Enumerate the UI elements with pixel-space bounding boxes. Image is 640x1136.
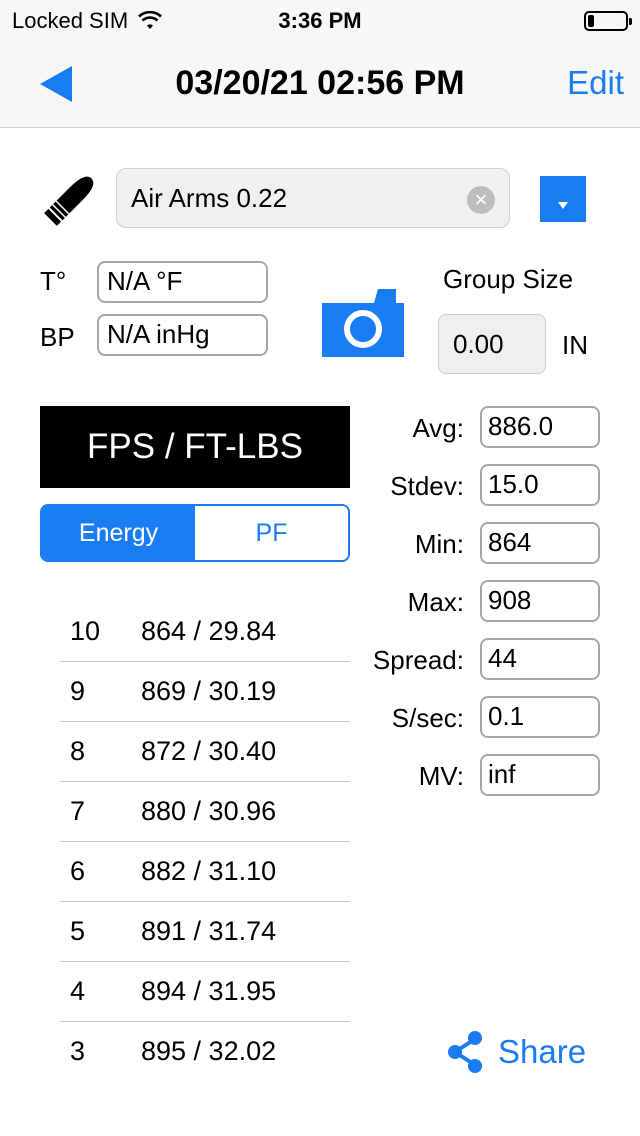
stat-field-spread[interactable]: 44 <box>480 638 600 680</box>
group-size-label: Group Size <box>443 264 574 294</box>
segment-pf[interactable]: PF <box>195 506 348 560</box>
bullet-icon <box>44 176 94 226</box>
shot-number: 5 <box>70 916 86 946</box>
shot-number: 4 <box>70 976 86 1006</box>
temperature-field[interactable]: N/A °F <box>97 261 268 303</box>
energy-pf-segmented-control[interactable]: Energy PF <box>40 504 350 562</box>
shot-value: 894 / 31.95 <box>141 976 277 1006</box>
ammo-input[interactable]: Air Arms 0.22 × <box>116 168 510 228</box>
shot-row[interactable]: 7 880 / 30.96 <box>60 782 350 842</box>
group-size-field[interactable]: 0.00 <box>438 314 546 374</box>
stat-field-s-sec[interactable]: 0.1 <box>480 696 600 738</box>
shot-value: 891 / 31.74 <box>141 916 277 946</box>
share-label: Share <box>498 1033 587 1070</box>
stat-label-avg: Avg: <box>412 413 464 443</box>
stat-label-min: Min: <box>414 529 464 559</box>
shot-row[interactable]: 9 869 / 30.19 <box>60 662 350 722</box>
stat-field-max[interactable]: 908 <box>480 580 600 622</box>
stat-field-stdev[interactable]: 15.0 <box>480 464 600 506</box>
barometric-pressure-label: BP <box>40 322 75 352</box>
dropdown-icon <box>558 202 568 209</box>
shot-value: 882 / 31.10 <box>141 856 277 886</box>
segment-energy[interactable]: Energy <box>42 506 195 560</box>
share-button[interactable]: Share <box>446 1030 586 1074</box>
camera-icon[interactable] <box>322 287 404 357</box>
stat-field-mv[interactable]: inf <box>480 754 600 796</box>
share-icon <box>448 1031 482 1073</box>
shot-number: 10 <box>70 616 101 646</box>
stat-label-spread: Spread: <box>372 645 464 675</box>
stat-label-mv: MV: <box>418 761 464 791</box>
shot-number: 6 <box>70 856 86 886</box>
stat-label-max: Max: <box>407 587 464 617</box>
battery-icon <box>584 11 632 31</box>
nav-title: 03/20/21 02:56 PM <box>175 64 465 102</box>
ammo-value: Air Arms 0.22 <box>131 182 288 213</box>
nav-bar: 03/20/21 02:56 PM Edit <box>0 40 640 128</box>
shot-row[interactable]: 3 895 / 32.02 <box>60 1022 350 1082</box>
clear-icon[interactable]: × <box>467 186 495 214</box>
shot-row[interactable]: 5 891 / 31.74 <box>60 902 350 962</box>
units-header: FPS / FT-LBS <box>40 406 350 488</box>
stat-label-s-sec: S/sec: <box>391 703 464 733</box>
shot-value: 895 / 32.02 <box>141 1036 277 1066</box>
status-bar: Locked SIM 3:36 PM <box>0 0 640 40</box>
barometric-pressure-field[interactable]: N/A inHg <box>97 314 268 356</box>
shot-number: 8 <box>70 736 86 766</box>
status-time: 3:36 PM <box>278 8 362 33</box>
shot-row[interactable]: 4 894 / 31.95 <box>60 962 350 1022</box>
shot-number: 7 <box>70 796 86 826</box>
shot-row[interactable]: 8 872 / 30.40 <box>60 722 350 782</box>
shot-value: 864 / 29.84 <box>141 616 277 646</box>
shot-row[interactable]: 10 864 / 29.84 <box>60 602 350 662</box>
edit-button[interactable]: Edit <box>567 64 624 102</box>
shots-list: 10 864 / 29.84 9 869 / 30.19 8 872 / 30.40 … <box>60 602 350 1082</box>
shot-number: 9 <box>70 676 86 706</box>
shot-value: 869 / 30.19 <box>141 676 277 706</box>
stat-label-stdev: Stdev: <box>390 471 464 501</box>
shot-value: 880 / 30.96 <box>141 796 277 826</box>
group-size-unit: IN <box>562 330 588 360</box>
ammo-dropdown-button[interactable] <box>540 176 586 222</box>
battery-level <box>588 15 594 27</box>
temperature-label: T° <box>40 266 67 296</box>
stat-field-avg[interactable]: 886.0 <box>480 406 600 448</box>
shot-row[interactable]: 6 882 / 31.10 <box>60 842 350 902</box>
shot-value: 872 / 30.40 <box>141 736 277 766</box>
shot-number: 3 <box>70 1036 86 1066</box>
stat-field-min[interactable]: 864 <box>480 522 600 564</box>
